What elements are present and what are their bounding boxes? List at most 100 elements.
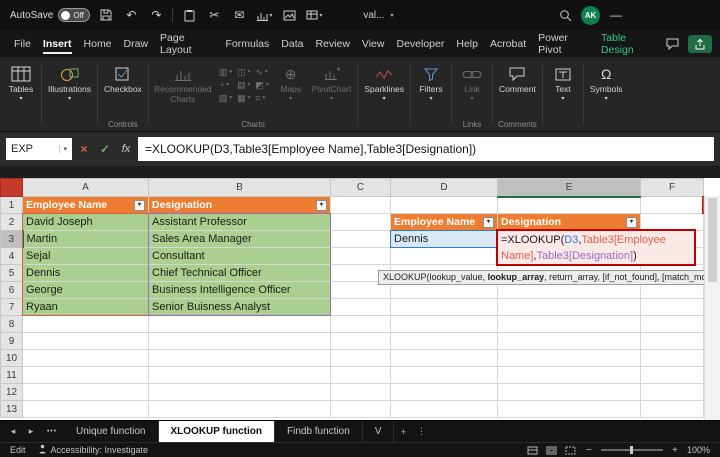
- cell-b6[interactable]: Business Intelligence Officer: [149, 282, 331, 299]
- cell[interactable]: [331, 367, 391, 384]
- tab-formulas[interactable]: Formulas: [220, 30, 276, 57]
- zoom-slider-knob[interactable]: [630, 446, 633, 454]
- recommended-charts-button[interactable]: Recommended Charts: [152, 59, 214, 105]
- sheet-tab-findb-function[interactable]: Findb function: [275, 421, 363, 442]
- cell[interactable]: [641, 231, 704, 248]
- bar-chart-icon[interactable]: ▾: [255, 5, 273, 25]
- cell[interactable]: [391, 367, 498, 384]
- cell[interactable]: [391, 350, 498, 367]
- cell[interactable]: [498, 401, 641, 418]
- bar-chart-icon[interactable]: ▤▾: [237, 80, 250, 90]
- cell[interactable]: [641, 248, 704, 265]
- cell[interactable]: [391, 265, 498, 282]
- autosave-toggle[interactable]: AutoSave Off: [10, 8, 90, 22]
- cell-a1[interactable]: Employee Name▾: [23, 197, 149, 214]
- zoom-slider[interactable]: [601, 449, 663, 451]
- cell[interactable]: [331, 197, 391, 214]
- page-layout-view-icon[interactable]: [545, 445, 558, 456]
- cell-a3[interactable]: Martin: [23, 231, 149, 248]
- cell-d3[interactable]: Dennis: [391, 231, 498, 248]
- vertical-scrollbar[interactable]: [704, 196, 720, 420]
- sparklines-button[interactable]: Sparklines ▾: [361, 59, 407, 102]
- tab-home[interactable]: Home: [78, 30, 118, 57]
- formula-input[interactable]: =XLOOKUP(D3,Table3[Employee Name],Table3…: [138, 137, 714, 161]
- mail-icon[interactable]: ✉: [230, 5, 248, 25]
- cancel-icon[interactable]: ×: [75, 139, 93, 159]
- surface-chart-icon[interactable]: ⌗▾: [255, 93, 268, 103]
- filters-button[interactable]: Filters ▾: [414, 59, 448, 102]
- tab-view[interactable]: View: [356, 30, 391, 57]
- tab-acrobat[interactable]: Acrobat: [484, 30, 532, 57]
- tab-review[interactable]: Review: [309, 30, 355, 57]
- row-header-7[interactable]: 7: [1, 299, 23, 316]
- cell[interactable]: [498, 316, 641, 333]
- pivotchart-button[interactable]: PivotChart ▾: [309, 59, 355, 102]
- share-button[interactable]: [688, 35, 712, 53]
- cell-b5[interactable]: Chief Technical Officer: [149, 265, 331, 282]
- col-header-a[interactable]: A: [23, 179, 149, 197]
- cell-b1[interactable]: Designation▾: [149, 197, 331, 214]
- undo-icon[interactable]: ↶: [122, 5, 140, 25]
- table-icon[interactable]: ▾: [305, 5, 323, 25]
- comment-button[interactable]: Comment: [496, 59, 539, 95]
- cell-a4[interactable]: Sejal: [23, 248, 149, 265]
- cell[interactable]: [641, 197, 704, 214]
- column-chart-icon[interactable]: ▥▾: [219, 67, 232, 77]
- cell[interactable]: [641, 299, 704, 316]
- col-header-e[interactable]: E: [498, 179, 641, 197]
- cell[interactable]: [391, 384, 498, 401]
- tab-power-pivot[interactable]: Power Pivot: [532, 30, 595, 57]
- sheet-menu-icon[interactable]: ⋮: [412, 421, 430, 442]
- cell[interactable]: [641, 265, 704, 282]
- filter-icon[interactable]: ▾: [316, 200, 327, 211]
- cell[interactable]: [331, 282, 391, 299]
- sheet-nav-right-icon[interactable]: ▸: [22, 421, 40, 442]
- zoom-out-icon[interactable]: −: [583, 445, 595, 456]
- name-box[interactable]: EXP ▾: [6, 138, 72, 160]
- cell[interactable]: [23, 401, 149, 418]
- cut-icon[interactable]: ✂: [205, 5, 223, 25]
- maps-button[interactable]: ⊕ Maps ▾: [274, 59, 308, 102]
- tab-developer[interactable]: Developer: [390, 30, 450, 57]
- save-icon[interactable]: [97, 5, 115, 25]
- col-header-b[interactable]: B: [149, 179, 331, 197]
- cell[interactable]: [498, 367, 641, 384]
- avatar[interactable]: AK: [581, 6, 600, 25]
- row-header-11[interactable]: 11: [1, 367, 23, 384]
- cell[interactable]: [149, 333, 331, 350]
- col-header-d[interactable]: D: [391, 179, 498, 197]
- add-sheet-icon[interactable]: +: [394, 421, 412, 442]
- link-button[interactable]: Link ▾: [455, 59, 489, 102]
- row-header-10[interactable]: 10: [1, 350, 23, 367]
- cell[interactable]: [641, 367, 704, 384]
- row-header-4[interactable]: 4: [1, 248, 23, 265]
- cell[interactable]: [331, 316, 391, 333]
- filter-icon[interactable]: ▾: [134, 200, 145, 211]
- combo-chart-icon[interactable]: ▦▾: [237, 93, 250, 103]
- cell-b2[interactable]: Assistant Professor: [149, 214, 331, 231]
- cell[interactable]: [641, 384, 704, 401]
- insert-function-icon[interactable]: fx: [117, 139, 135, 159]
- sheet-tab-unique-function[interactable]: Unique function: [64, 421, 159, 442]
- cell[interactable]: [498, 350, 641, 367]
- enter-icon[interactable]: ✓: [96, 139, 114, 159]
- cell[interactable]: [23, 333, 149, 350]
- text-button[interactable]: Text ▾: [546, 59, 580, 102]
- cell[interactable]: [641, 282, 704, 299]
- cell[interactable]: [331, 401, 391, 418]
- filter-icon[interactable]: ▾: [483, 217, 494, 228]
- tab-draw[interactable]: Draw: [118, 30, 155, 57]
- zoom-level[interactable]: 100%: [687, 445, 710, 455]
- cell[interactable]: [149, 367, 331, 384]
- cell[interactable]: [498, 282, 641, 299]
- scatter-chart-icon[interactable]: ▧▾: [219, 93, 232, 103]
- cell[interactable]: [149, 316, 331, 333]
- scrollbar-thumb[interactable]: [708, 198, 717, 282]
- cell[interactable]: [641, 401, 704, 418]
- illustrations-button[interactable]: Illustrations ▾: [45, 59, 94, 102]
- line-chart-icon[interactable]: ∿▾: [255, 67, 268, 77]
- sheet-tab-xlookup-function[interactable]: XLOOKUP function: [159, 421, 275, 442]
- redo-icon[interactable]: ↷: [147, 5, 165, 25]
- area-chart-icon[interactable]: ◩▾: [255, 80, 268, 90]
- autosave-switch[interactable]: Off: [58, 8, 90, 22]
